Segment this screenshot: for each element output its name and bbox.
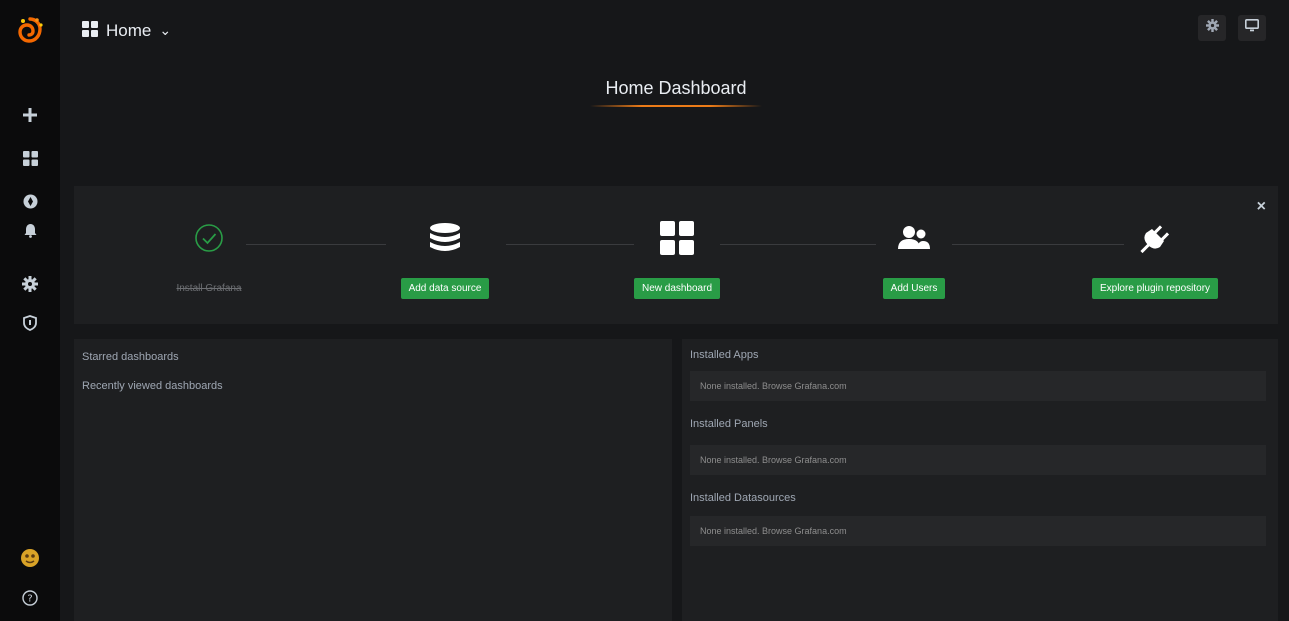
bell-icon xyxy=(24,223,37,238)
starred-dashboards-heading: Starred dashboards xyxy=(82,351,179,363)
page-title: Home Dashboard xyxy=(590,78,762,112)
check-circle-icon xyxy=(194,214,224,262)
grid-icon xyxy=(82,20,98,42)
plugin-list-panel: Installed Apps None installed. Browse Gr… xyxy=(682,339,1278,621)
dashboard-list-panel: Starred dashboards Recently viewed dashb… xyxy=(74,339,672,621)
add-data-source-button[interactable]: Add data source xyxy=(400,278,490,299)
close-icon[interactable]: × xyxy=(1257,198,1266,216)
top-navbar: Home ⌄ xyxy=(60,0,1289,60)
monitor-icon xyxy=(1245,19,1259,37)
svg-text:?: ? xyxy=(27,594,32,605)
dashboard-picker[interactable]: Home ⌄ xyxy=(82,18,171,44)
grafana-window: ? Home ⌄ Home Dashboard × Install Grafan… xyxy=(0,0,1289,621)
create-button[interactable] xyxy=(0,98,60,132)
installed-datasources-heading: Installed Datasources xyxy=(690,492,796,504)
server-admin-button[interactable] xyxy=(0,306,60,340)
installed-panels-empty[interactable]: None installed. Browse Grafana.com xyxy=(690,445,1266,475)
step-new-dashboard: New dashboard xyxy=(577,214,777,299)
shield-icon xyxy=(23,315,37,331)
title-underline xyxy=(590,105,762,107)
gear-icon xyxy=(1205,19,1219,37)
sidebar: ? xyxy=(0,0,60,621)
chevron-down-icon: ⌄ xyxy=(159,21,172,38)
plug-icon xyxy=(1138,214,1172,262)
dashboard-picker-label: Home xyxy=(106,21,152,40)
configuration-button[interactable] xyxy=(0,267,60,301)
profile-button[interactable] xyxy=(0,541,60,575)
grid-icon xyxy=(660,214,694,262)
dashboards-button[interactable] xyxy=(0,141,60,175)
users-icon xyxy=(897,214,931,262)
page-title-text: Home Dashboard xyxy=(605,78,747,98)
cycle-view-mode-button[interactable] xyxy=(1238,15,1266,41)
grafana-logo-icon[interactable] xyxy=(0,13,60,49)
step-label: Install Grafana xyxy=(176,283,242,294)
plus-icon xyxy=(23,108,37,122)
add-users-button[interactable]: Add Users xyxy=(882,278,946,299)
new-dashboard-button[interactable]: New dashboard xyxy=(633,278,721,299)
help-icon: ? xyxy=(22,590,38,606)
alerting-button[interactable] xyxy=(0,213,60,247)
step-explore-plugins: Explore plugin repository xyxy=(1055,214,1255,299)
database-icon xyxy=(428,214,462,262)
getting-started-panel: × Install Grafana Add data source New da… xyxy=(74,186,1278,324)
avatar-icon xyxy=(20,548,40,568)
explore-plugin-repository-button[interactable]: Explore plugin repository xyxy=(1091,278,1219,299)
step-add-data-source: Add data source xyxy=(345,214,545,299)
dashboard-settings-button[interactable] xyxy=(1198,15,1226,41)
compass-icon xyxy=(23,194,38,209)
installed-panels-heading: Installed Panels xyxy=(690,418,768,430)
installed-datasources-empty[interactable]: None installed. Browse Grafana.com xyxy=(690,516,1266,546)
installed-apps-heading: Installed Apps xyxy=(690,349,759,361)
gear-icon xyxy=(22,276,38,292)
recent-dashboards-heading: Recently viewed dashboards xyxy=(82,380,223,392)
step-install-grafana: Install Grafana xyxy=(109,214,309,299)
help-button[interactable]: ? xyxy=(0,581,60,615)
installed-apps-empty[interactable]: None installed. Browse Grafana.com xyxy=(690,371,1266,401)
grid-icon xyxy=(22,150,38,166)
step-add-users: Add Users xyxy=(814,214,1014,299)
